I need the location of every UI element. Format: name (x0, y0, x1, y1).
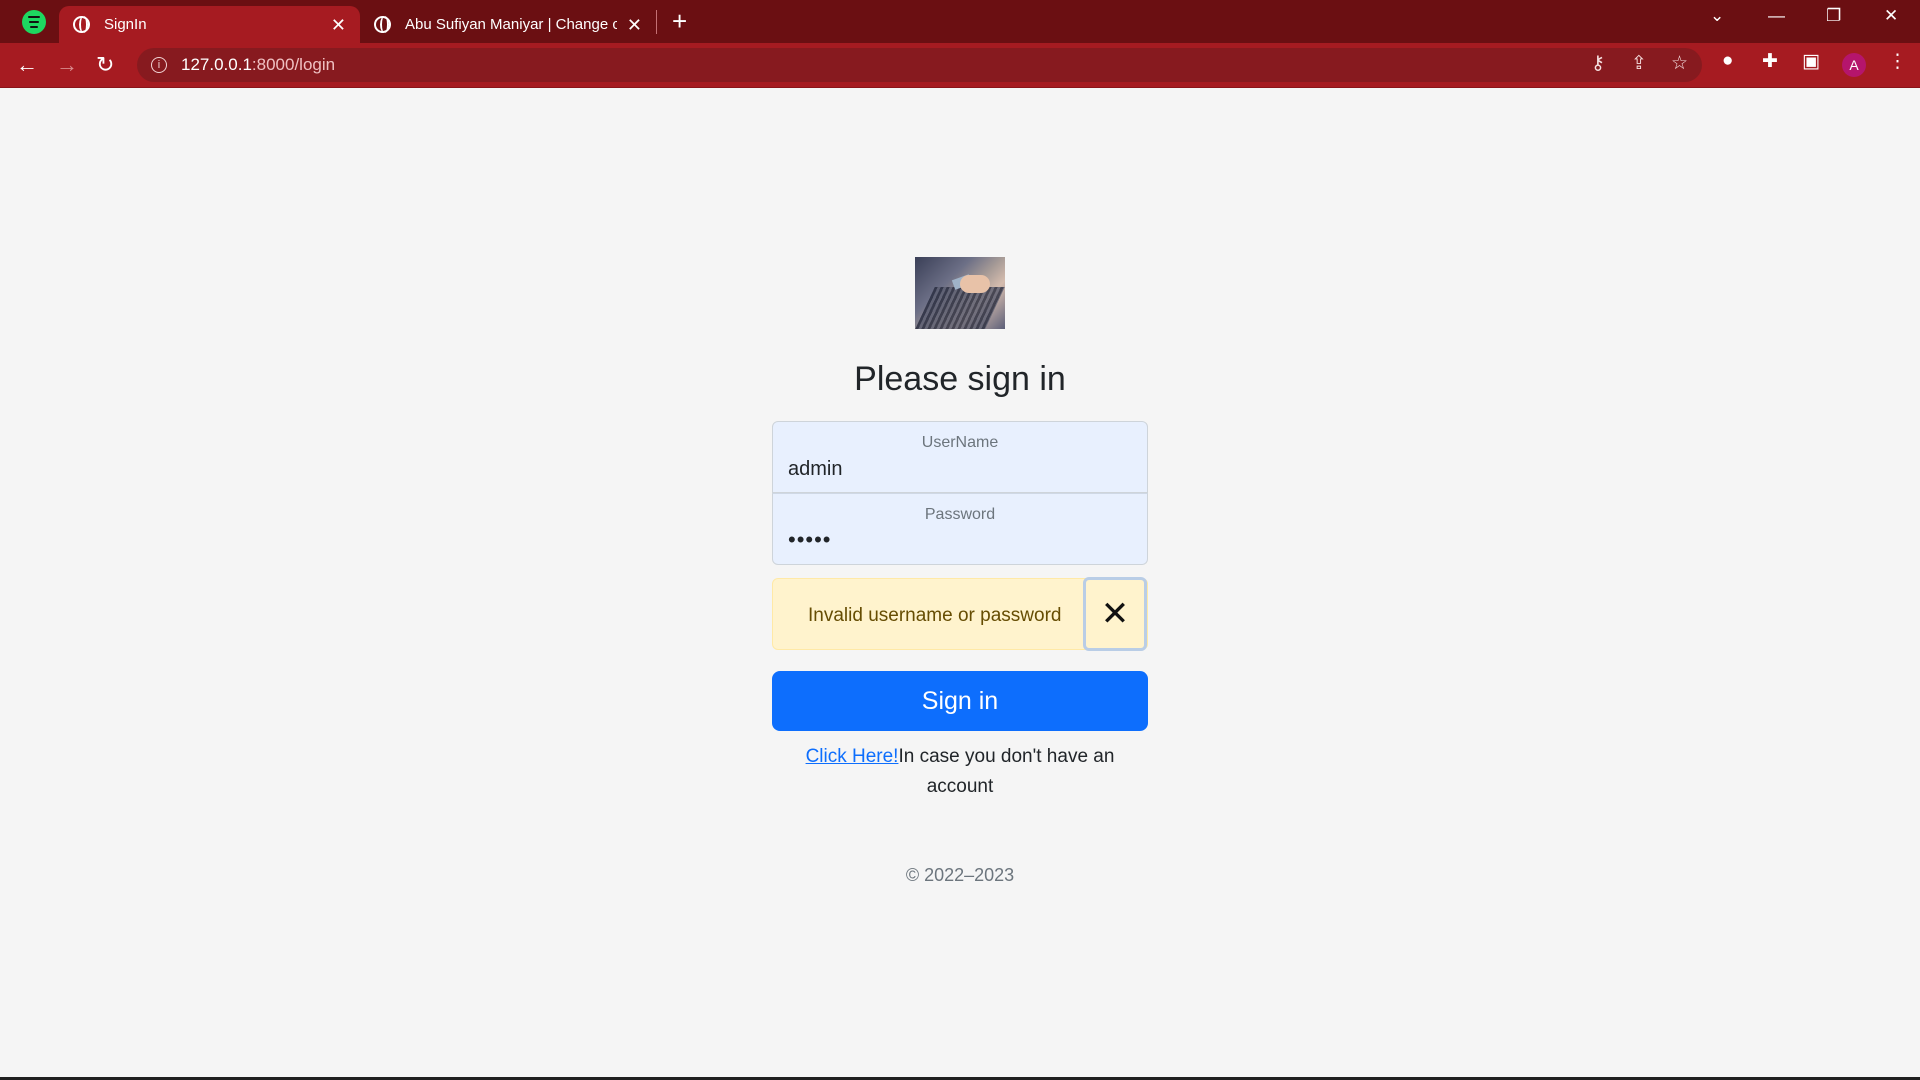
reload-icon[interactable]: ↻ (96, 51, 114, 79)
register-prompt: Click Here!In case you don't have an acc… (780, 742, 1140, 802)
minimize-icon[interactable]: — (1768, 6, 1785, 26)
close-window-icon[interactable]: ✕ (1884, 6, 1898, 26)
password-value: ••••• (788, 527, 832, 552)
register-text: In case you don't have an account (898, 746, 1115, 797)
password-field[interactable]: Password ••••• (772, 493, 1148, 565)
username-label: UserName (921, 434, 999, 451)
copyright-text: © 2022–2023 (905, 865, 1015, 885)
tab-signin[interactable]: SignIn ✕ (59, 6, 360, 43)
tab-profile[interactable]: Abu Sufiyan Maniyar | Change co ✕ (360, 6, 656, 43)
signin-button[interactable]: Sign in (772, 671, 1148, 731)
back-icon[interactable]: ← (16, 51, 38, 79)
tab-separator (656, 10, 657, 34)
info-icon[interactable]: i (151, 57, 167, 73)
browser-toolbar: ← → ↻ i 127.0.0.1:8000/login ⚷ ⇪ ☆ (0, 43, 1920, 88)
tab-title: Abu Sufiyan Maniyar | Change co (405, 16, 617, 33)
extension-icon[interactable]: ● (1722, 50, 1733, 72)
globe-icon (73, 16, 90, 33)
globe-icon (374, 16, 391, 33)
close-icon: ✕ (1100, 595, 1130, 633)
menu-icon[interactable]: ⋮ (1888, 50, 1907, 73)
avatar[interactable]: A (1842, 53, 1866, 77)
register-link[interactable]: Click Here! (806, 746, 899, 767)
url-path: :8000/login (251, 55, 336, 74)
key-icon[interactable]: ⚷ (1591, 52, 1605, 75)
forward-icon[interactable]: → (56, 51, 78, 79)
spotify-icon[interactable] (22, 10, 46, 34)
tab-strip: SignIn ✕ Abu Sufiyan Maniyar | Change co… (0, 0, 1920, 43)
alert-text: Invalid username or password (808, 605, 1062, 626)
error-alert: Invalid username or password ✕ (772, 577, 1148, 651)
password-label: Password (924, 506, 996, 523)
close-tab-icon[interactable]: ✕ (331, 16, 346, 34)
url-host: 127.0.0.1 (181, 55, 252, 74)
sidepanel-icon[interactable]: ▣ (1802, 50, 1820, 73)
username-field[interactable]: UserName admin (772, 421, 1148, 493)
star-icon[interactable]: ☆ (1671, 52, 1688, 75)
puzzle-icon[interactable]: ✚ (1762, 50, 1778, 73)
new-tab-button[interactable]: + (672, 6, 687, 36)
alert-close-button[interactable]: ✕ (1083, 577, 1147, 651)
username-value: admin (788, 458, 843, 480)
page-title: Please sign in (854, 360, 1066, 398)
address-bar[interactable]: i 127.0.0.1:8000/login ⚷ ⇪ ☆ (137, 48, 1702, 82)
restore-icon[interactable]: ❐ (1826, 6, 1841, 26)
close-tab-icon[interactable]: ✕ (627, 16, 642, 34)
logo-image (915, 257, 1005, 329)
tab-search-icon[interactable]: ⌄ (1710, 6, 1724, 26)
tab-title: SignIn (104, 16, 147, 33)
share-icon[interactable]: ⇪ (1631, 52, 1647, 75)
